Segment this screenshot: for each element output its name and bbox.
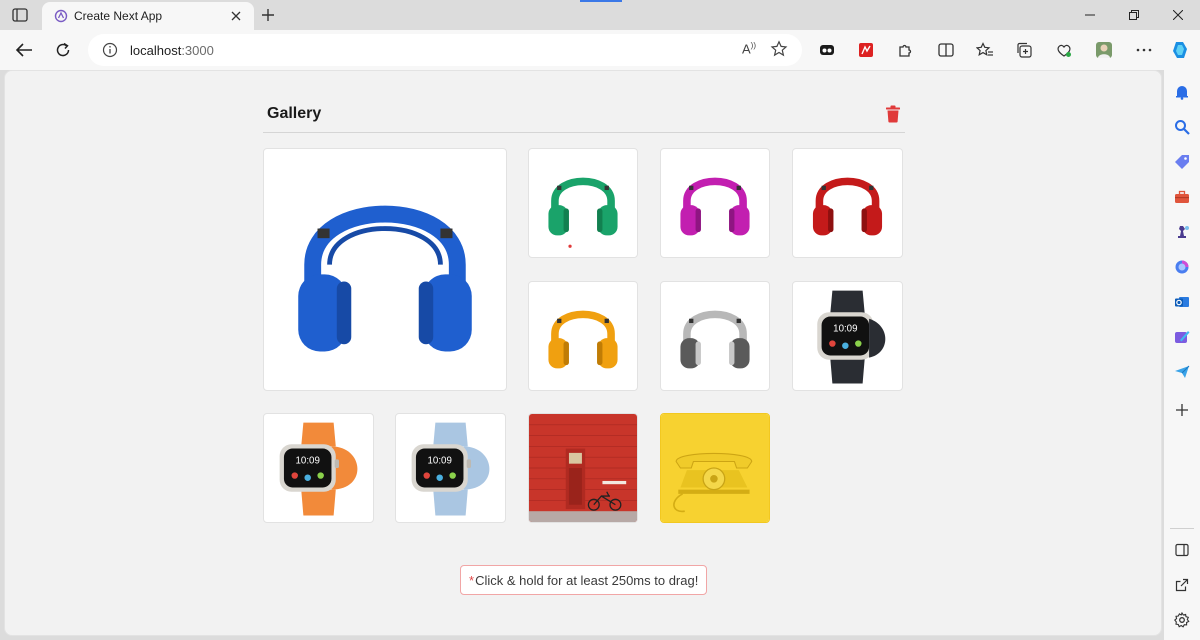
back-arrow-icon[interactable] (12, 38, 36, 62)
designer-icon[interactable] (1173, 328, 1191, 346)
search-icon[interactable] (1173, 118, 1191, 136)
tools-briefcase-icon[interactable] (1173, 188, 1191, 206)
trash-handle (890, 105, 896, 108)
page-viewport: Gallery 10:09 10:09 10:09 * Click & hold… (4, 70, 1162, 636)
gallery-item-6[interactable] (660, 281, 770, 391)
more-options-icon[interactable] (1132, 38, 1156, 62)
refresh-icon[interactable] (51, 38, 75, 62)
split-screen-icon[interactable] (934, 38, 958, 62)
favorites-icon[interactable] (973, 38, 997, 62)
window-controls (1068, 0, 1200, 30)
gallery-item-7[interactable]: 10:09 (792, 281, 903, 391)
url-host: localhost (130, 43, 182, 58)
page-title: Gallery (267, 105, 322, 122)
gallery-item-11[interactable] (660, 413, 770, 523)
watch-image: 10:09 (817, 290, 886, 384)
gallery-item-2[interactable] (528, 148, 638, 258)
headphones-image (812, 177, 883, 236)
add-sidebar-app-icon[interactable] (1173, 401, 1191, 419)
hide-sidebar-icon[interactable] (1173, 541, 1191, 559)
minimize-icon[interactable] (1068, 0, 1112, 30)
trash-body (887, 110, 899, 123)
settings-gear-icon[interactable] (1173, 611, 1191, 629)
browser-tab[interactable]: Create Next App (42, 2, 254, 30)
sidebar-divider (1170, 528, 1194, 529)
watch-image: 10:09 (279, 422, 358, 516)
site-info-icon[interactable] (102, 42, 118, 58)
outlook-icon[interactable] (1173, 293, 1191, 311)
extensions-puzzle-icon[interactable] (893, 38, 917, 62)
gallery-item-featured[interactable] (263, 148, 507, 391)
read-aloud-icon[interactable]: A)) (742, 41, 756, 56)
extension-red-icon[interactable] (854, 38, 878, 62)
gallery-item-5[interactable] (528, 281, 638, 391)
close-tab-icon[interactable] (228, 8, 244, 24)
red-wall-bicycle-image (529, 414, 637, 522)
send-telegram-icon[interactable] (1173, 363, 1191, 381)
tab-scroll-indicator (580, 0, 622, 2)
copilot-icon[interactable] (1168, 38, 1192, 62)
next-favicon-icon (54, 9, 68, 23)
address-bar[interactable]: localhost:3000 A)) (88, 34, 802, 66)
gallery-item-3[interactable] (660, 148, 770, 258)
tab-actions-icon[interactable] (10, 6, 30, 24)
gallery-item-8[interactable]: 10:09 (263, 413, 374, 523)
headphones-image (548, 310, 618, 369)
url-text: localhost:3000 (130, 43, 214, 58)
chess-game-icon[interactable] (1173, 223, 1191, 241)
tab-manager-icon[interactable] (815, 38, 839, 62)
svg-text:10:09: 10:09 (833, 324, 857, 335)
delete-trash-icon[interactable] (885, 105, 901, 123)
gallery-header: Gallery (263, 99, 905, 133)
profile-avatar[interactable] (1092, 38, 1116, 62)
headphones-image (680, 177, 750, 236)
edge-sidebar (1164, 70, 1200, 640)
tab-title: Create Next App (74, 9, 163, 23)
headphones-image (548, 177, 618, 248)
notification-bell-icon[interactable] (1173, 83, 1191, 101)
url-port: :3000 (181, 43, 214, 58)
gallery-item-9[interactable]: 10:09 (395, 413, 506, 523)
shopping-tag-icon[interactable] (1173, 153, 1191, 171)
browser-toolbar: localhost:3000 A)) (0, 30, 1200, 70)
watch-image: 10:09 (411, 422, 490, 516)
open-external-icon[interactable] (1173, 576, 1191, 594)
collections-icon[interactable] (1012, 38, 1036, 62)
gallery-item-4[interactable] (792, 148, 903, 258)
read-aloud-label: A (742, 41, 751, 57)
gallery-item-10[interactable] (528, 413, 638, 523)
browser-tab-bar: Create Next App (0, 0, 1200, 30)
hint-text: Click & hold for at least 250ms to drag! (475, 572, 699, 588)
microsoft-365-icon[interactable] (1173, 258, 1191, 276)
svg-text:10:09: 10:09 (296, 456, 320, 467)
yellow-telephone-image (661, 414, 769, 522)
svg-text:10:09: 10:09 (428, 456, 452, 467)
hint-marker: * (469, 572, 475, 588)
new-tab-button[interactable] (258, 5, 278, 25)
headphones-image (680, 310, 750, 369)
restore-icon[interactable] (1112, 0, 1156, 30)
favorite-star-icon[interactable] (770, 40, 788, 58)
drag-hint: * Click & hold for at least 250ms to dra… (460, 565, 708, 595)
headphones-image (298, 205, 472, 352)
close-window-icon[interactable] (1156, 0, 1200, 30)
browser-essentials-icon[interactable] (1052, 38, 1076, 62)
